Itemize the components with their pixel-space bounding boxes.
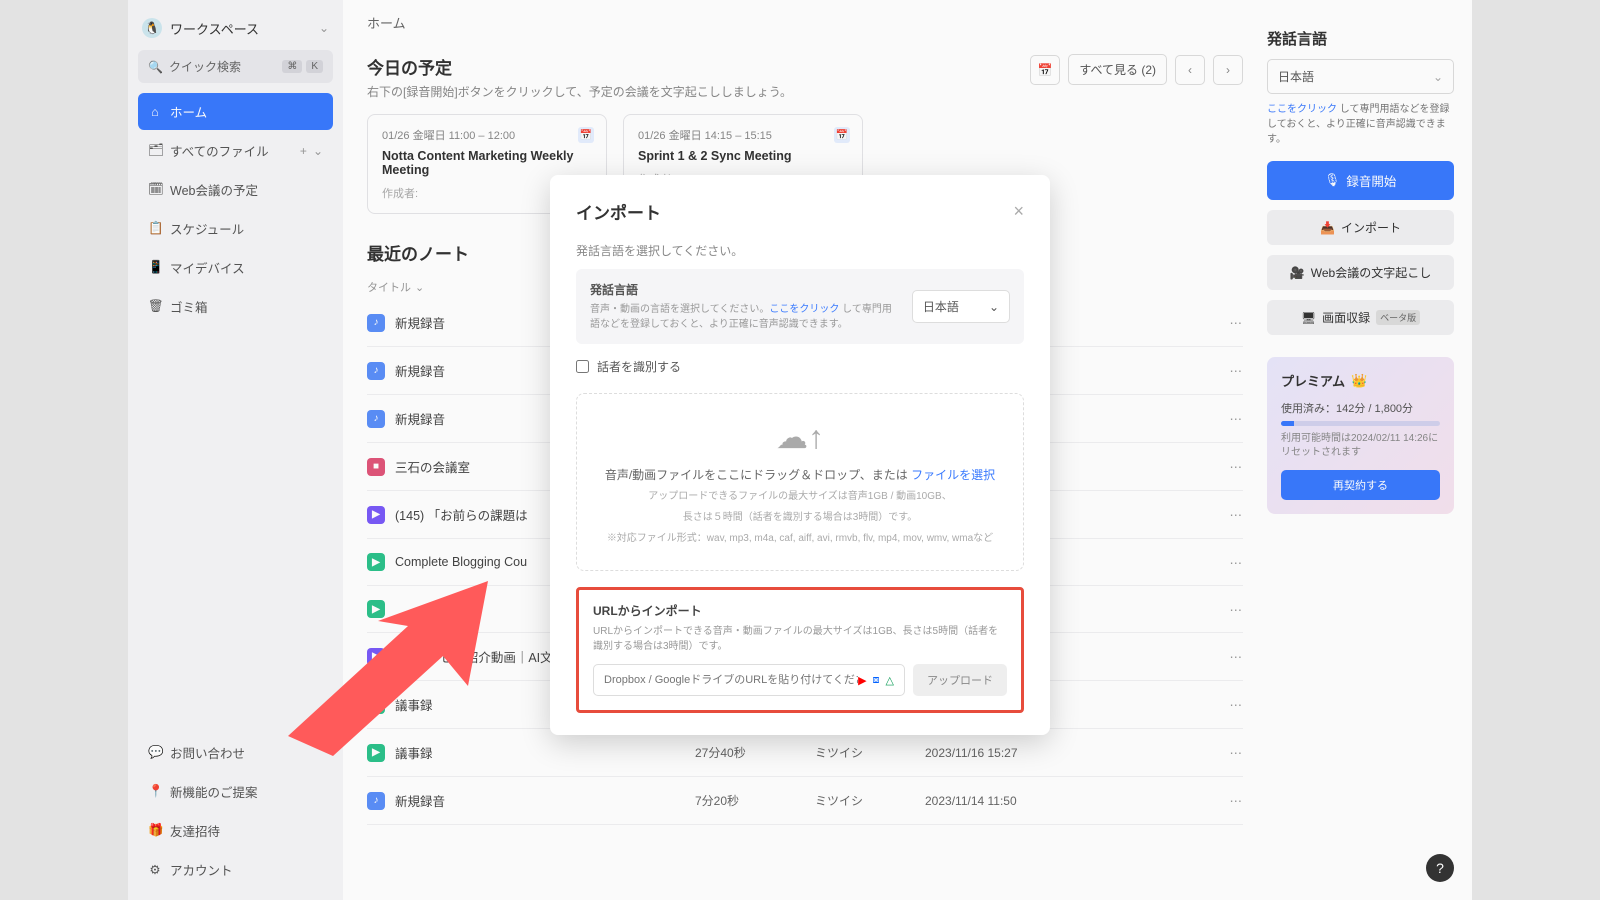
speaker-toggle-row[interactable]: 話者を識別する — [576, 358, 1024, 375]
file-dropzone[interactable]: ☁︎↑ 音声/動画ファイルをここにドラッグ＆ドロップ、または ファイルを選択 ア… — [576, 393, 1024, 571]
speaker-checkbox[interactable] — [576, 360, 589, 373]
dropzone-text: 音声/動画ファイルをここにドラッグ＆ドロップ、または ファイルを選択 — [595, 466, 1005, 483]
chevron-down-icon: ⌄ — [989, 300, 999, 314]
help-fab[interactable]: ? — [1426, 854, 1454, 882]
cloud-upload-icon: ☁︎↑ — [595, 418, 1005, 456]
speaker-label: 話者を識別する — [597, 358, 681, 375]
url-input[interactable] — [604, 674, 858, 686]
url-import-desc: URLからインポートできる音声・動画ファイルの最大サイズは1GB、長さは5時間（… — [593, 624, 1007, 654]
youtube-icon: ▶ — [858, 674, 866, 687]
modal-lang-link[interactable]: ここをクリック — [769, 304, 839, 315]
import-modal: インポート × 発話言語を選択してください。 発話言語 音声・動画の言語を選択し… — [550, 175, 1050, 735]
modal-lang-box: 発話言語 音声・動画の言語を選択してください。ここをクリック して専門用語などを… — [576, 269, 1024, 344]
file-select-link[interactable]: ファイルを選択 — [911, 468, 995, 482]
dropzone-hint-2: 長さは５時間（話者を識別する場合は3時間）です。 — [595, 510, 1005, 525]
url-input-wrap: ▶ ⧈ △ — [593, 664, 905, 696]
modal-subtitle: 発話言語を選択してください。 — [576, 242, 1024, 259]
dropzone-hint-3: ※対応ファイル形式：wav, mp3, m4a, caf, aiff, avi,… — [595, 531, 1005, 546]
modal-backdrop: インポート × 発話言語を選択してください。 発話言語 音声・動画の言語を選択し… — [0, 0, 1600, 900]
modal-lang-desc: 音声・動画の言語を選択してください。ここをクリック して専門用語などを登録してお… — [590, 302, 898, 332]
url-import-title: URLからインポート — [593, 602, 1007, 619]
modal-title: インポート — [576, 199, 661, 224]
google-drive-icon: △ — [886, 674, 894, 687]
modal-lang-select[interactable]: 日本語⌄ — [912, 290, 1010, 323]
url-import-box: URLからインポート URLからインポートできる音声・動画ファイルの最大サイズは… — [576, 587, 1024, 713]
close-icon[interactable]: × — [1013, 201, 1024, 222]
dropbox-icon: ⧈ — [873, 674, 880, 687]
modal-lang-title: 発話言語 — [590, 281, 898, 298]
upload-button[interactable]: アップロード — [913, 664, 1007, 696]
dropzone-hint-1: アップロードできるファイルの最大サイズは音声1GB / 動画10GB、 — [595, 489, 1005, 504]
